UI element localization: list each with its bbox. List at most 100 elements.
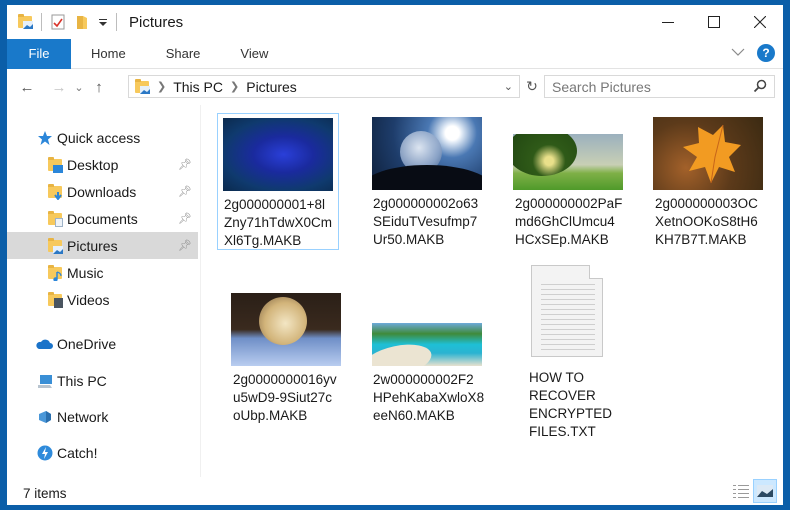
file-name: HOW TO RECOVER ENCRYPTED FILES.TXT xyxy=(529,370,613,439)
item-count: 7 items xyxy=(23,485,67,501)
file-item[interactable]: 2g0000000016yv u5wD9-9Siut27c oUbp.MAKB xyxy=(217,289,341,429)
details-view-icon xyxy=(733,485,749,498)
sidebar-item-network[interactable]: Network xyxy=(7,403,198,430)
minimize-button[interactable] xyxy=(645,5,691,39)
tab-home[interactable]: Home xyxy=(71,39,146,69)
file-name: 2g000000002o63 SEiduTVesufmp7 Ur50.MAKB xyxy=(373,196,479,247)
frozen-bubble-thumbnail xyxy=(231,293,341,366)
close-icon xyxy=(754,16,766,28)
expand-ribbon-button[interactable] xyxy=(731,44,745,62)
new-folder-icon[interactable] xyxy=(74,14,90,30)
sidebar-label: Catch! xyxy=(57,444,98,461)
search-icon xyxy=(753,79,767,93)
pictures-folder-icon[interactable] xyxy=(17,14,33,30)
computer-icon xyxy=(37,373,53,389)
pictures-folder-icon xyxy=(47,237,63,254)
pin-icon[interactable]: 📌︎ xyxy=(178,239,192,252)
maximize-button[interactable] xyxy=(691,5,737,39)
pane-divider[interactable] xyxy=(200,105,201,477)
autumn-leaf-thumbnail xyxy=(653,117,763,190)
sidebar-label: Quick access xyxy=(57,129,141,146)
sidebar-item-music[interactable]: Music xyxy=(7,259,198,286)
sidebar-item-desktop[interactable]: Desktop 📌︎ xyxy=(7,151,198,178)
search-box[interactable]: Search Pictures xyxy=(544,75,775,98)
navigation-bar: ← → ⌄ ↑ ❯ This PC ❯ Pictures ⌄ ↻ Search … xyxy=(7,75,783,99)
quick-access-toolbar xyxy=(17,13,125,31)
music-folder-icon xyxy=(47,264,63,281)
onedrive-cloud-icon xyxy=(35,336,53,352)
tab-share[interactable]: Share xyxy=(146,39,221,69)
file-item[interactable]: 2g000000003OC XetnOOKoS8tH6 KH7B7T.MAKB xyxy=(643,113,765,253)
breadcrumb-this-pc[interactable]: This PC xyxy=(173,79,223,95)
file-name: 2g0000000016yv u5wD9-9Siut27c oUbp.MAKB xyxy=(233,372,337,423)
downloads-folder-icon xyxy=(47,183,63,200)
sidebar-label: OneDrive xyxy=(57,335,117,352)
network-icon xyxy=(37,409,53,425)
status-bar: 7 items xyxy=(7,479,783,505)
pin-icon[interactable]: 📌︎ xyxy=(178,158,192,171)
minimize-icon xyxy=(662,22,674,23)
sidebar-item-this-pc[interactable]: This PC xyxy=(7,367,198,394)
text-document-icon xyxy=(531,265,603,357)
large-icons-view-button[interactable] xyxy=(753,479,777,503)
customize-toolbar-icon[interactable] xyxy=(98,14,108,30)
sidebar-item-videos[interactable]: Videos xyxy=(7,286,198,313)
star-icon xyxy=(37,130,53,146)
sidebar-label: Pictures xyxy=(67,237,118,254)
moon-bubble-thumbnail xyxy=(372,117,482,190)
beach-thumbnail xyxy=(372,323,482,366)
sidebar-item-documents[interactable]: Documents 📌︎ xyxy=(7,205,198,232)
park-tree-thumbnail xyxy=(513,134,623,190)
ribbon-tabs: File Home Share View ? xyxy=(7,38,783,69)
catch-app-icon xyxy=(37,445,53,461)
sidebar-item-onedrive[interactable]: OneDrive xyxy=(7,330,198,357)
address-dropdown-icon[interactable]: ⌄ xyxy=(504,80,513,93)
file-item[interactable]: 2g000000002PaF md6GhClUmcu4 HCxSEp.MAKB xyxy=(501,113,623,253)
close-button[interactable] xyxy=(737,5,783,39)
help-button[interactable]: ? xyxy=(757,44,775,62)
refresh-button[interactable]: ↻ xyxy=(521,75,543,98)
desktop-folder-icon xyxy=(47,156,63,173)
up-button[interactable]: ↑ xyxy=(87,75,111,99)
file-item[interactable]: HOW TO RECOVER ENCRYPTED FILES.TXT xyxy=(501,265,623,445)
file-item[interactable]: 2g000000001+8l Zny71hTdwX0Cm Xl6Tg.MAKB xyxy=(217,113,339,250)
back-button[interactable]: ← xyxy=(15,75,39,99)
breadcrumb-separator-icon: ❯ xyxy=(157,81,167,93)
file-name: 2w000000002F2 HPehKabaXwloX8 eeN60.MAKB xyxy=(373,372,485,423)
file-name: 2g000000003OC XetnOOKoS8tH6 KH7B7T.MAKB xyxy=(655,196,758,247)
file-item[interactable]: 2w000000002F2 HPehKabaXwloX8 eeN60.MAKB xyxy=(359,289,484,429)
sidebar-item-downloads[interactable]: Downloads 📌︎ xyxy=(7,178,198,205)
pictures-location-icon xyxy=(134,78,150,95)
recent-locations-button[interactable]: ⌄ xyxy=(71,75,87,99)
sidebar-label: Downloads xyxy=(67,183,137,200)
search-input[interactable]: Search Pictures xyxy=(552,79,651,95)
file-name: 2g000000002PaF md6GhClUmcu4 HCxSEp.MAKB xyxy=(515,196,623,247)
pin-icon[interactable]: 📌︎ xyxy=(178,185,192,198)
window-controls xyxy=(645,5,783,39)
pin-icon[interactable]: 📌︎ xyxy=(178,212,192,225)
file-list: 2g000000001+8l Zny71hTdwX0Cm Xl6Tg.MAKB 2g… xyxy=(207,105,783,477)
details-view-button[interactable] xyxy=(729,479,753,503)
forward-button[interactable]: → xyxy=(47,75,71,99)
title-bar: Pictures xyxy=(7,5,783,39)
breadcrumb-pictures[interactable]: Pictures xyxy=(246,79,297,95)
chevron-down-icon xyxy=(731,48,745,56)
sidebar-label: Music xyxy=(67,264,104,281)
toolbar-separator xyxy=(41,13,42,31)
videos-folder-icon xyxy=(47,291,63,308)
ribbon-right-controls: ? xyxy=(731,44,775,62)
sidebar-item-catch[interactable]: Catch! xyxy=(7,439,198,466)
properties-icon[interactable] xyxy=(50,14,66,30)
maximize-icon xyxy=(708,16,720,28)
file-item[interactable]: 2g000000002o63 SEiduTVesufmp7 Ur50.MAKB xyxy=(359,113,482,253)
blue-rose-thumbnail xyxy=(223,118,333,191)
documents-folder-icon xyxy=(47,210,63,227)
tab-view[interactable]: View xyxy=(220,39,288,69)
large-icons-view-icon xyxy=(757,485,773,497)
tab-file[interactable]: File xyxy=(7,38,71,69)
sidebar-item-pictures[interactable]: Pictures 📌︎ xyxy=(7,232,198,259)
address-bar[interactable]: ❯ This PC ❯ Pictures ⌄ xyxy=(128,75,520,98)
sidebar-label: Documents xyxy=(67,210,138,227)
sidebar-label: Videos xyxy=(67,291,110,308)
sidebar-item-quick-access[interactable]: Quick access xyxy=(7,124,198,151)
